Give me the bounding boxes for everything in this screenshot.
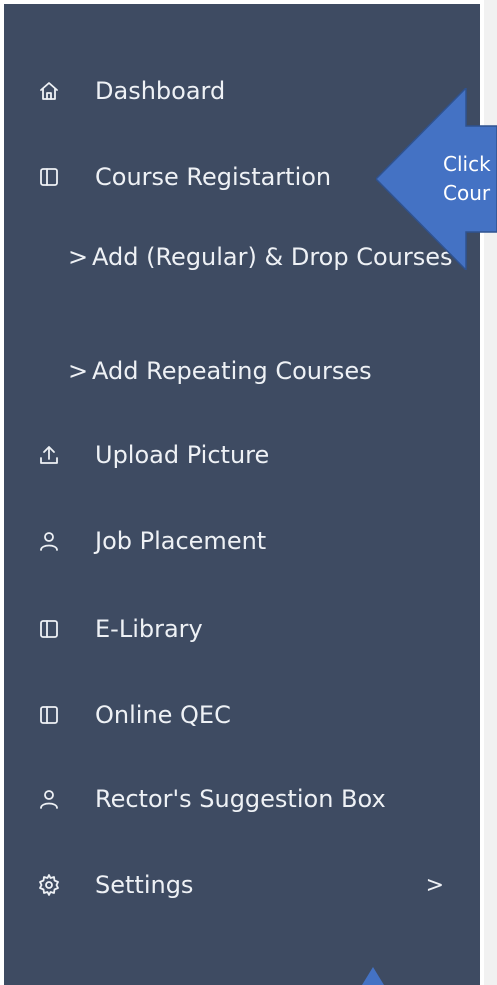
sidebar-item-online-qec[interactable]: Online QEC bbox=[4, 692, 480, 738]
panel-icon bbox=[36, 164, 62, 190]
sidebar-item-e-library[interactable]: E-Library bbox=[4, 606, 480, 652]
upload-icon bbox=[36, 442, 62, 468]
chevron-right-icon: > bbox=[68, 357, 89, 385]
sidebar-item-label: Rector's Suggestion Box bbox=[95, 785, 386, 813]
subitem-label: Add Repeating Courses bbox=[92, 357, 372, 385]
user-icon bbox=[36, 786, 62, 812]
chevron-right-icon: > bbox=[68, 243, 89, 271]
arrow-tip-icon bbox=[362, 967, 384, 985]
callout-line-2: Cour bbox=[443, 181, 491, 205]
sidebar-item-label: Online QEC bbox=[95, 701, 231, 729]
subitem-add-repeating-courses[interactable]: > Add Repeating Courses bbox=[58, 350, 458, 392]
panel-icon bbox=[36, 702, 62, 728]
sidebar-item-label: Course Registartion bbox=[95, 163, 332, 191]
home-icon bbox=[36, 78, 62, 104]
sidebar-item-label: Upload Picture bbox=[95, 441, 270, 469]
sidebar-item-settings[interactable]: Settings > bbox=[4, 862, 480, 908]
gear-icon bbox=[36, 872, 62, 898]
sidebar-item-label: Job Placement bbox=[95, 527, 267, 555]
callout-text: Click Cour bbox=[443, 150, 497, 208]
chevron-right-icon: > bbox=[425, 872, 444, 898]
callout-line-1: Click bbox=[443, 152, 491, 176]
user-icon bbox=[36, 528, 62, 554]
sidebar-item-label: Dashboard bbox=[95, 77, 226, 105]
sidebar-item-label: E-Library bbox=[95, 615, 203, 643]
panel-icon bbox=[36, 616, 62, 642]
sidebar-item-label: Settings bbox=[95, 871, 194, 899]
sidebar-item-job-placement[interactable]: Job Placement bbox=[4, 518, 480, 564]
sidebar-item-rectors-suggestion-box[interactable]: Rector's Suggestion Box bbox=[4, 776, 480, 822]
sidebar-item-upload-picture[interactable]: Upload Picture bbox=[4, 432, 480, 478]
